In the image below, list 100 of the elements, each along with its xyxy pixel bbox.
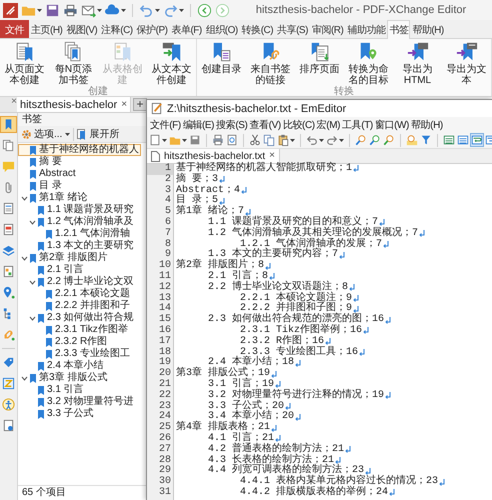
ribbon-button[interactable]: 导出为 HTML — [394, 41, 440, 86]
ribbon-tab[interactable]: 审阅(R) — [310, 20, 346, 38]
menu-item[interactable]: 查看(V) — [248, 118, 282, 132]
bookmark-item[interactable]: 3.1 引言 — [18, 384, 86, 396]
caret-icon[interactable] — [65, 132, 70, 136]
caret-icon[interactable] — [155, 8, 160, 12]
document-tab[interactable]: hitszthesis-bachelor × — [17, 97, 132, 112]
ribbon-tab[interactable]: 保护(P) — [134, 20, 170, 38]
bookmark-item[interactable]: 2.1 引言 — [18, 264, 86, 276]
bookmark-item[interactable]: 2.4 本章小结 — [18, 360, 106, 372]
line-break-icon — [271, 424, 278, 433]
ribbon-button[interactable]: 转换为命名的目标 — [346, 41, 392, 86]
document-icon — [2, 419, 15, 432]
ribbon-button[interactable]: 来自书签的链接 — [248, 41, 294, 86]
menu-item[interactable]: 比较(C) — [282, 118, 316, 132]
caret-icon[interactable] — [179, 8, 184, 12]
text-line: 第1章 绪论；7 — [176, 207, 244, 218]
bookmark-item[interactable]: 2.3 如何做出符合规 — [18, 312, 136, 324]
ribbon-tab[interactable]: 共享(S) — [275, 20, 310, 38]
ribbon-button[interactable]: 排序页面 — [296, 41, 342, 86]
bookmark-item[interactable]: 1.2 气体润滑轴承及 — [18, 216, 136, 228]
caret-icon[interactable] — [97, 8, 102, 12]
close-button[interactable]: × — [11, 97, 17, 106]
caret-icon[interactable] — [319, 138, 324, 142]
ribbon-tab[interactable]: 辅助功能 — [345, 20, 388, 38]
line-break-icon — [419, 230, 426, 238]
chevron-down-icon[interactable] — [21, 374, 28, 382]
ribbon-button[interactable]: 从文本文件创建 — [148, 41, 194, 86]
line-break-icon — [385, 392, 392, 400]
bookmark-item[interactable]: 第1章 绪论 — [18, 192, 90, 204]
bookmark-item[interactable]: 2.3.1 Tikz作图举 — [18, 324, 130, 336]
ribbon-button[interactable]: 每N页添加书签 — [50, 41, 96, 86]
bookmark-item[interactable]: 3.3 子公式 — [18, 408, 96, 420]
bookmark-item[interactable]: 2.2.2 并排图和子 — [18, 300, 132, 312]
bookmark-item[interactable]: 1.3 本文的主要研究 — [18, 240, 136, 252]
layers-icon — [2, 244, 15, 257]
line-number: 4 — [164, 196, 172, 206]
caret-icon[interactable] — [37, 8, 42, 12]
ribbon-tab[interactable]: 帮助(H) — [410, 20, 446, 38]
menu-item[interactable]: 工具(T) — [341, 118, 374, 132]
line-number: 22 — [158, 390, 172, 401]
expand-button[interactable]: 展开所 — [77, 127, 120, 141]
line-break-icon — [349, 284, 356, 292]
ribbon-button[interactable]: 导出为文本 — [444, 41, 490, 86]
ribbon-button[interactable]: 创建目录 — [198, 41, 244, 86]
line-number: 18 — [158, 348, 172, 358]
line-break-icon — [365, 468, 372, 476]
ribbon-tab[interactable]: 书签 — [387, 20, 410, 39]
bookmark-item[interactable]: 2.2.1 本硕论文题 — [18, 288, 132, 300]
caret-icon[interactable] — [121, 8, 126, 12]
ribbon-tab[interactable]: 文件 — [0, 20, 29, 38]
new-tab-button[interactable]: + — [133, 98, 148, 111]
chevron-down-icon[interactable] — [29, 218, 36, 226]
bookmark-item[interactable]: Abstract — [18, 168, 78, 180]
line-break-icon — [275, 381, 282, 390]
bookmark-item[interactable]: 第2章 排版图片 — [18, 252, 110, 264]
ribbon-tab[interactable]: 表单(F) — [169, 20, 204, 38]
tag-icon — [2, 356, 15, 369]
caret-icon[interactable] — [290, 138, 295, 142]
line-number: 17 — [158, 336, 172, 347]
bookmark-item[interactable]: 2.2 博士毕业论文双 — [18, 276, 136, 288]
menu-item[interactable]: 窗口(W) — [374, 118, 410, 132]
ribbon-tab[interactable]: 主页(H) — [29, 20, 64, 38]
bookmark-item[interactable]: 3.2 对物理量符号进 — [18, 396, 136, 408]
bookmark-item[interactable]: 1.1 课题背景及研究 — [18, 204, 136, 216]
line-number: 6 — [164, 218, 172, 228]
menu-item[interactable]: 文件(F) — [149, 118, 182, 132]
bookmark-item[interactable]: 目 录 — [18, 180, 64, 192]
options-dropdown[interactable]: 选项... — [21, 127, 70, 141]
chevron-down-icon[interactable] — [21, 194, 28, 202]
ribbon-tab[interactable]: 组织(O) — [204, 20, 240, 38]
undo-icon — [306, 134, 318, 146]
menu-item[interactable]: 帮助(H) — [410, 118, 444, 132]
caret-icon[interactable] — [339, 138, 344, 142]
ribbon-tab[interactable]: 注释(C) — [99, 20, 135, 38]
bookmark-item[interactable]: 2.3.2 R作图 — [18, 336, 110, 348]
file-tab[interactable]: hitszthesis-bachelor.txt × — [147, 149, 280, 163]
line-number: 13 — [158, 294, 172, 304]
menu-item[interactable]: 编辑(E) — [182, 118, 216, 132]
ribbon-tab[interactable]: 转换(C) — [240, 20, 276, 38]
caret-icon[interactable] — [182, 138, 187, 142]
line-number: 30 — [158, 477, 172, 488]
line-number: 2 — [164, 174, 172, 185]
bookmark-item[interactable]: 摘 要 — [18, 156, 64, 168]
bookmark-item[interactable]: 2.3.3 专业绘图工 — [18, 348, 132, 360]
bookmark-item[interactable]: 第3章 排版公式 — [18, 372, 110, 384]
line-break-icon — [385, 316, 392, 325]
caret-icon[interactable] — [162, 138, 167, 142]
ribbon-button[interactable]: 从页面文本创建 — [2, 41, 48, 86]
close-button[interactable]: × — [269, 151, 276, 161]
bookmark-item[interactable]: 基于神经网络的机器人 — [18, 144, 141, 156]
menu-item[interactable]: 搜索(S) — [215, 118, 248, 132]
ribbon-tab[interactable]: 视图(V) — [64, 20, 100, 38]
chevron-down-icon[interactable] — [21, 254, 28, 262]
menu-item[interactable]: 宏(M) — [316, 118, 342, 132]
close-button[interactable]: × — [121, 100, 128, 110]
save-icon — [45, 2, 60, 18]
bookmark-item[interactable]: 1.2.1 气体润滑轴 — [18, 228, 132, 240]
chevron-down-icon[interactable] — [29, 314, 36, 322]
chevron-down-icon[interactable] — [29, 278, 36, 286]
